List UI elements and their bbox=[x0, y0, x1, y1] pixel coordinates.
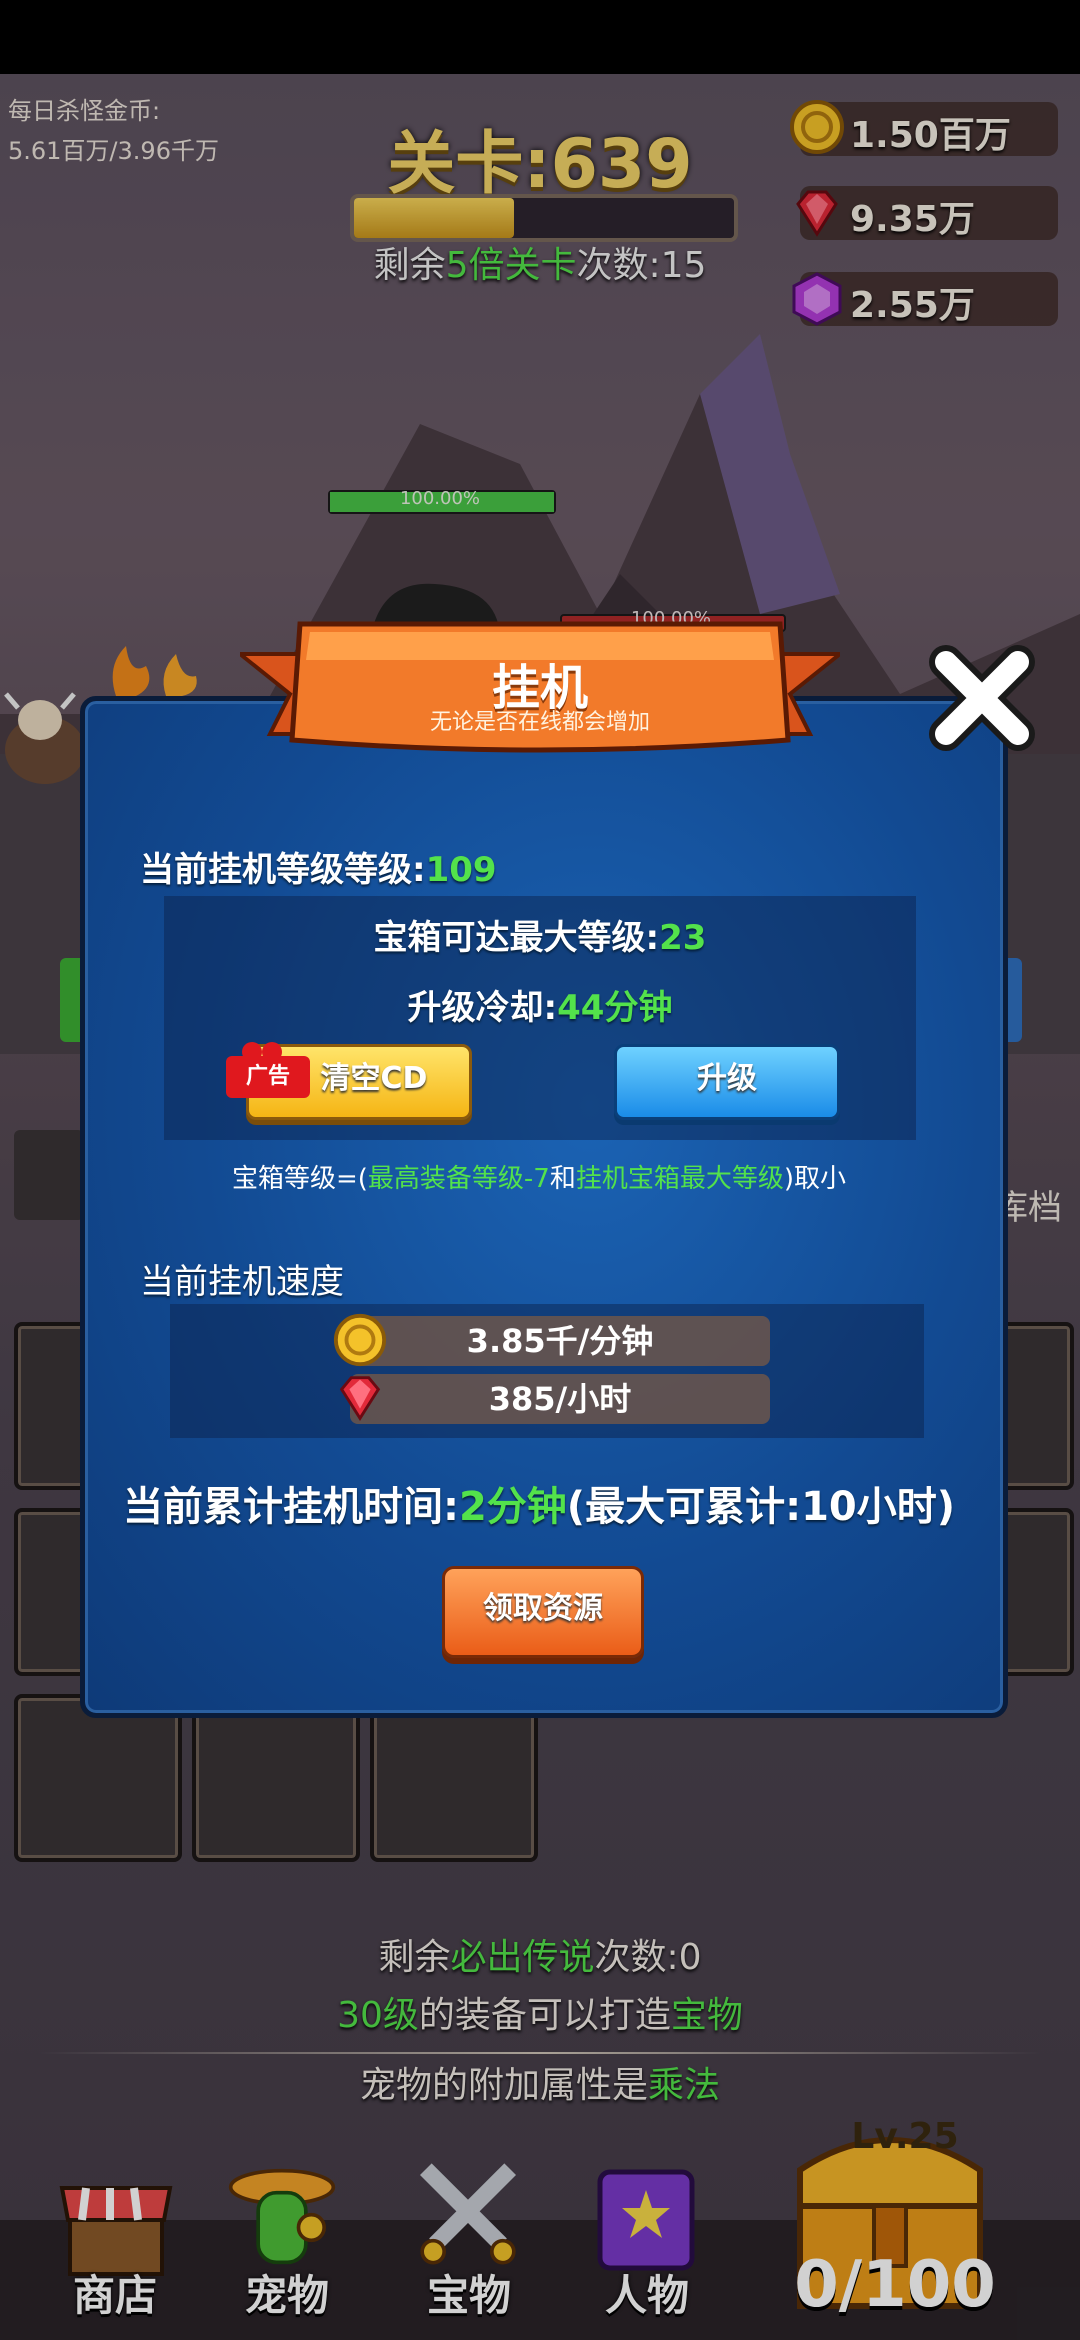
gold-coin-icon bbox=[333, 1313, 387, 1367]
claim-label: 领取资源 bbox=[483, 1591, 603, 1626]
accum-value: 2分钟 bbox=[458, 1484, 567, 1530]
formula-highlight: 挂机宝箱最大等级 bbox=[575, 1164, 784, 1194]
upgrade-button[interactable]: 升级 bbox=[614, 1044, 840, 1120]
formula-text: )取小 bbox=[783, 1164, 847, 1194]
accum-label: 当前累计挂机时间: bbox=[122, 1484, 459, 1530]
close-icon[interactable] bbox=[924, 640, 1040, 756]
formula-text: 和 bbox=[549, 1164, 576, 1194]
chest-max-line: 宝箱可达最大等级:23 bbox=[164, 910, 916, 959]
speed-label: 当前挂机速度 bbox=[140, 1262, 344, 1302]
cooldown-label: 升级冷却: bbox=[407, 988, 558, 1028]
ad-tag: 广告 bbox=[226, 1056, 310, 1098]
red-gem-icon bbox=[339, 1376, 381, 1421]
upgrade-label: 升级 bbox=[697, 1061, 757, 1096]
dialog-subtitle: 无论是否在线都会增加 bbox=[429, 710, 650, 735]
claim-resources-button[interactable]: 领取资源 bbox=[442, 1566, 644, 1658]
status-bar bbox=[0, 0, 1080, 74]
chest-max-label: 宝箱可达最大等级: bbox=[373, 918, 660, 958]
gold-rate-text: 3.85千/分钟 bbox=[466, 1322, 654, 1360]
chest-formula: 宝箱等级=(最高装备等级-7和挂机宝箱最大等级)取小 bbox=[80, 1158, 998, 1195]
idle-level-value: 109 bbox=[425, 850, 497, 890]
idle-level-label: 当前挂机等级等级: bbox=[140, 850, 426, 890]
chest-max-value: 23 bbox=[659, 918, 707, 958]
gem-rate-text: 385/小时 bbox=[488, 1380, 632, 1418]
cooldown-value: 44分钟 bbox=[557, 988, 673, 1028]
idle-level-line: 当前挂机等级等级:109 bbox=[140, 842, 497, 891]
formula-text: 宝箱等级=( bbox=[231, 1164, 368, 1194]
cooldown-line: 升级冷却:44分钟 bbox=[164, 980, 916, 1029]
accumulated-time-line: 当前累计挂机时间:2分钟(最大可累计:10小时) bbox=[80, 1474, 998, 1532]
formula-highlight: 最高装备等级-7 bbox=[367, 1164, 550, 1194]
accum-max: (最大可累计:10小时) bbox=[566, 1484, 956, 1530]
